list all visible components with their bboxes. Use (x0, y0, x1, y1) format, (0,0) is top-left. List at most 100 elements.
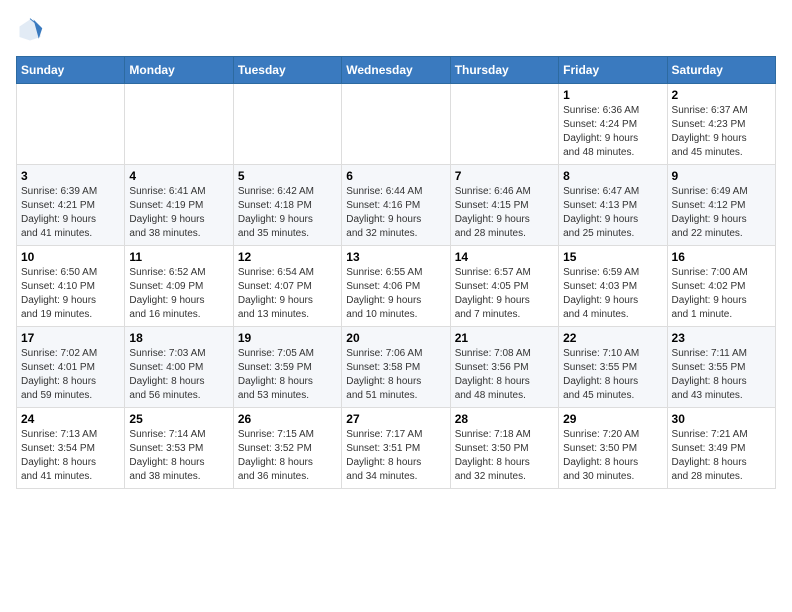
calendar-cell: 14 Sunrise: 6:57 AM Sunset: 4:05 PM Dayli… (450, 246, 558, 327)
day-number: 30 (672, 412, 771, 426)
weekday-header: Wednesday (342, 57, 450, 84)
calendar-cell (342, 84, 450, 165)
day-number: 16 (672, 250, 771, 264)
calendar-cell: 6 Sunrise: 6:44 AM Sunset: 4:16 PM Daylig… (342, 165, 450, 246)
day-number: 28 (455, 412, 554, 426)
day-info: Sunrise: 6:52 AM Sunset: 4:09 PM Dayligh… (129, 266, 228, 322)
day-number: 11 (129, 250, 228, 264)
day-info: Sunrise: 6:42 AM Sunset: 4:18 PM Dayligh… (238, 185, 337, 241)
day-number: 17 (21, 331, 120, 345)
calendar-cell (233, 84, 341, 165)
calendar-cell: 28 Sunrise: 7:18 AM Sunset: 3:50 PM Dayli… (450, 408, 558, 489)
day-number: 15 (563, 250, 662, 264)
calendar-cell: 30 Sunrise: 7:21 AM Sunset: 3:49 PM Dayli… (667, 408, 775, 489)
day-info: Sunrise: 6:49 AM Sunset: 4:12 PM Dayligh… (672, 185, 771, 241)
calendar-cell: 15Sunrise: 6:59 AM Sunset: 4:03 PM Dayli… (559, 246, 667, 327)
calendar-cell: 7Sunrise: 6:46 AM Sunset: 4:15 PM Daylig… (450, 165, 558, 246)
calendar-week-row: 3 Sunrise: 6:39 AM Sunset: 4:21 PM Daylig… (17, 165, 776, 246)
day-info: Sunrise: 7:21 AM Sunset: 3:49 PM Dayligh… (672, 428, 771, 484)
day-number: 22 (563, 331, 662, 345)
day-number: 21 (455, 331, 554, 345)
day-info: Sunrise: 7:10 AM Sunset: 3:55 PM Dayligh… (563, 347, 662, 403)
calendar-cell (17, 84, 125, 165)
weekday-header: Monday (125, 57, 233, 84)
day-info: Sunrise: 7:17 AM Sunset: 3:51 PM Dayligh… (346, 428, 445, 484)
calendar-header-row: SundayMondayTuesdayWednesdayThursdayFrid… (17, 57, 776, 84)
calendar-cell: 11 Sunrise: 6:52 AM Sunset: 4:09 PM Dayli… (125, 246, 233, 327)
calendar-week-row: 24 Sunrise: 7:13 AM Sunset: 3:54 PM Dayli… (17, 408, 776, 489)
day-info: Sunrise: 6:44 AM Sunset: 4:16 PM Dayligh… (346, 185, 445, 241)
calendar-cell: 26 Sunrise: 7:15 AM Sunset: 3:52 PM Dayli… (233, 408, 341, 489)
day-info: Sunrise: 6:39 AM Sunset: 4:21 PM Dayligh… (21, 185, 120, 241)
day-info: Sunrise: 7:13 AM Sunset: 3:54 PM Dayligh… (21, 428, 120, 484)
day-info: Sunrise: 7:02 AM Sunset: 4:01 PM Dayligh… (21, 347, 120, 403)
calendar-cell: 8Sunrise: 6:47 AM Sunset: 4:13 PM Daylig… (559, 165, 667, 246)
day-info: Sunrise: 7:06 AM Sunset: 3:58 PM Dayligh… (346, 347, 445, 403)
day-number: 26 (238, 412, 337, 426)
day-number: 1 (563, 88, 662, 102)
day-number: 5 (238, 169, 337, 183)
calendar-cell: 19Sunrise: 7:05 AM Sunset: 3:59 PM Dayli… (233, 327, 341, 408)
calendar-table: SundayMondayTuesdayWednesdayThursdayFrid… (16, 56, 776, 489)
day-number: 19 (238, 331, 337, 345)
calendar-cell: 22 Sunrise: 7:10 AM Sunset: 3:55 PM Dayli… (559, 327, 667, 408)
calendar-week-row: 1 Sunrise: 6:36 AM Sunset: 4:24 PM Daylig… (17, 84, 776, 165)
calendar-cell: 2 Sunrise: 6:37 AM Sunset: 4:23 PM Daylig… (667, 84, 775, 165)
weekday-header: Tuesday (233, 57, 341, 84)
calendar-cell (125, 84, 233, 165)
weekday-header: Thursday (450, 57, 558, 84)
day-info: Sunrise: 7:11 AM Sunset: 3:55 PM Dayligh… (672, 347, 771, 403)
calendar-cell: 18Sunrise: 7:03 AM Sunset: 4:00 PM Dayli… (125, 327, 233, 408)
calendar-cell: 29 Sunrise: 7:20 AM Sunset: 3:50 PM Dayli… (559, 408, 667, 489)
day-info: Sunrise: 6:55 AM Sunset: 4:06 PM Dayligh… (346, 266, 445, 322)
day-info: Sunrise: 6:50 AM Sunset: 4:10 PM Dayligh… (21, 266, 120, 322)
calendar-cell: 10 Sunrise: 6:50 AM Sunset: 4:10 PM Dayli… (17, 246, 125, 327)
day-number: 8 (563, 169, 662, 183)
calendar-cell: 5 Sunrise: 6:42 AM Sunset: 4:18 PM Daylig… (233, 165, 341, 246)
day-number: 9 (672, 169, 771, 183)
calendar-cell: 9 Sunrise: 6:49 AM Sunset: 4:12 PM Daylig… (667, 165, 775, 246)
calendar-cell: 17 Sunrise: 7:02 AM Sunset: 4:01 PM Dayli… (17, 327, 125, 408)
calendar-cell: 25 Sunrise: 7:14 AM Sunset: 3:53 PM Dayli… (125, 408, 233, 489)
day-number: 12 (238, 250, 337, 264)
calendar-cell: 4 Sunrise: 6:41 AM Sunset: 4:19 PM Daylig… (125, 165, 233, 246)
day-info: Sunrise: 6:57 AM Sunset: 4:05 PM Dayligh… (455, 266, 554, 322)
logo-icon (16, 16, 44, 44)
calendar-week-row: 17 Sunrise: 7:02 AM Sunset: 4:01 PM Dayli… (17, 327, 776, 408)
day-number: 29 (563, 412, 662, 426)
calendar-cell: 12Sunrise: 6:54 AM Sunset: 4:07 PM Dayli… (233, 246, 341, 327)
day-info: Sunrise: 6:41 AM Sunset: 4:19 PM Dayligh… (129, 185, 228, 241)
calendar-cell: 24 Sunrise: 7:13 AM Sunset: 3:54 PM Dayli… (17, 408, 125, 489)
calendar-cell: 20 Sunrise: 7:06 AM Sunset: 3:58 PM Dayli… (342, 327, 450, 408)
day-number: 24 (21, 412, 120, 426)
calendar-cell (450, 84, 558, 165)
day-number: 25 (129, 412, 228, 426)
day-number: 2 (672, 88, 771, 102)
day-number: 13 (346, 250, 445, 264)
day-number: 6 (346, 169, 445, 183)
day-info: Sunrise: 7:18 AM Sunset: 3:50 PM Dayligh… (455, 428, 554, 484)
day-number: 10 (21, 250, 120, 264)
day-info: Sunrise: 7:15 AM Sunset: 3:52 PM Dayligh… (238, 428, 337, 484)
calendar-cell: 16Sunrise: 7:00 AM Sunset: 4:02 PM Dayli… (667, 246, 775, 327)
calendar-cell: 13 Sunrise: 6:55 AM Sunset: 4:06 PM Dayli… (342, 246, 450, 327)
weekday-header: Saturday (667, 57, 775, 84)
page-header (16, 16, 776, 44)
day-number: 14 (455, 250, 554, 264)
day-info: Sunrise: 6:37 AM Sunset: 4:23 PM Dayligh… (672, 104, 771, 160)
day-info: Sunrise: 7:20 AM Sunset: 3:50 PM Dayligh… (563, 428, 662, 484)
day-number: 4 (129, 169, 228, 183)
day-number: 3 (21, 169, 120, 183)
day-number: 7 (455, 169, 554, 183)
weekday-header: Sunday (17, 57, 125, 84)
day-info: Sunrise: 6:36 AM Sunset: 4:24 PM Dayligh… (563, 104, 662, 160)
day-number: 27 (346, 412, 445, 426)
day-info: Sunrise: 7:14 AM Sunset: 3:53 PM Dayligh… (129, 428, 228, 484)
day-number: 18 (129, 331, 228, 345)
day-number: 20 (346, 331, 445, 345)
logo (16, 16, 48, 44)
calendar-cell: 23Sunrise: 7:11 AM Sunset: 3:55 PM Dayli… (667, 327, 775, 408)
weekday-header: Friday (559, 57, 667, 84)
calendar-week-row: 10 Sunrise: 6:50 AM Sunset: 4:10 PM Dayli… (17, 246, 776, 327)
calendar-cell: 27 Sunrise: 7:17 AM Sunset: 3:51 PM Dayli… (342, 408, 450, 489)
